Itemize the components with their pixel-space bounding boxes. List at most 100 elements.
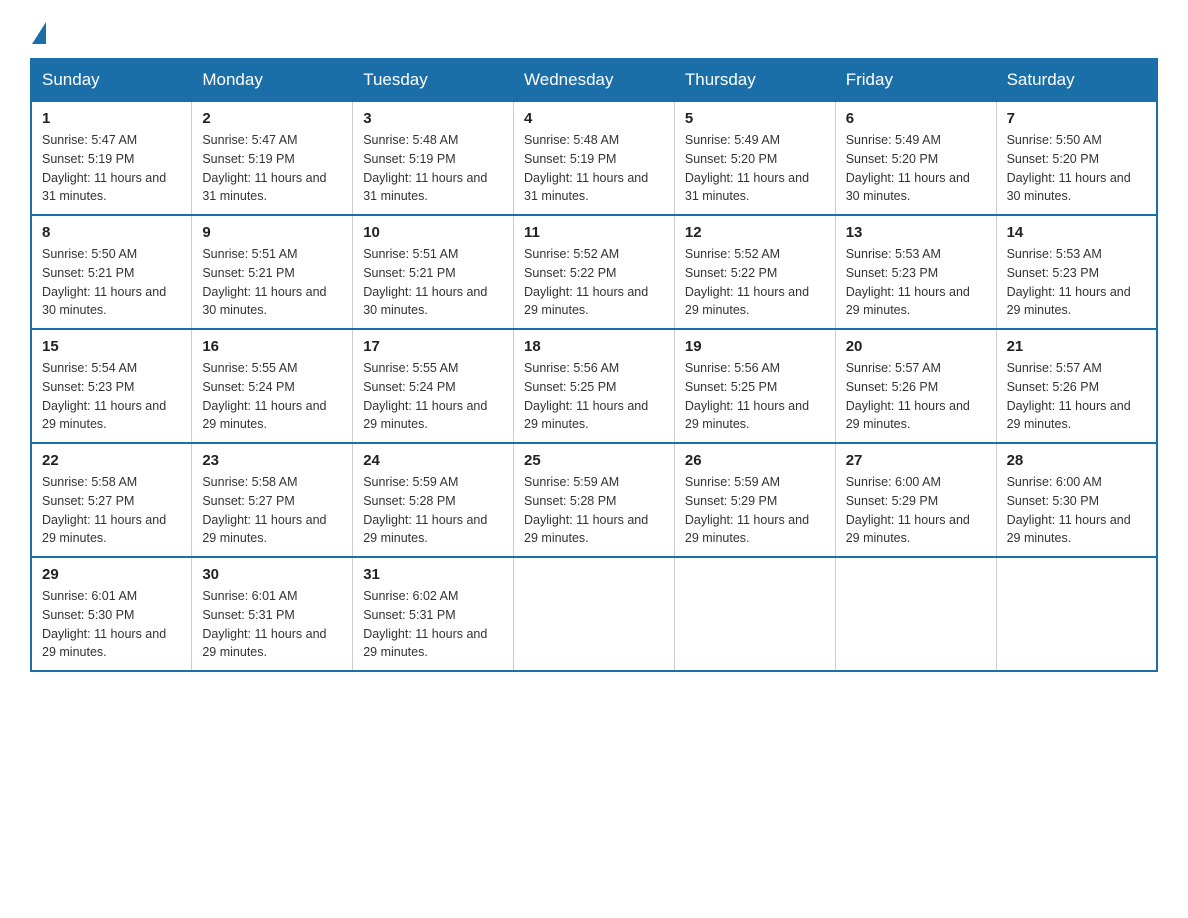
day-number: 29 [42,566,181,583]
calendar-cell: 8 Sunrise: 5:50 AM Sunset: 5:21 PM Dayli… [31,215,192,329]
logo-text [30,20,48,42]
calendar-cell: 31 Sunrise: 6:02 AM Sunset: 5:31 PM Dayl… [353,557,514,671]
week-row-4: 22 Sunrise: 5:58 AM Sunset: 5:27 PM Dayl… [31,443,1157,557]
day-number: 21 [1007,338,1146,355]
day-info: Sunrise: 5:52 AM Sunset: 5:22 PM Dayligh… [524,245,664,320]
calendar-cell [514,557,675,671]
week-row-5: 29 Sunrise: 6:01 AM Sunset: 5:30 PM Dayl… [31,557,1157,671]
day-number: 2 [202,110,342,127]
day-info: Sunrise: 5:56 AM Sunset: 5:25 PM Dayligh… [685,359,825,434]
calendar-cell [835,557,996,671]
calendar-cell: 28 Sunrise: 6:00 AM Sunset: 5:30 PM Dayl… [996,443,1157,557]
day-number: 7 [1007,110,1146,127]
day-number: 15 [42,338,181,355]
day-info: Sunrise: 6:01 AM Sunset: 5:31 PM Dayligh… [202,587,342,662]
logo [30,20,48,38]
day-number: 17 [363,338,503,355]
day-info: Sunrise: 5:57 AM Sunset: 5:26 PM Dayligh… [846,359,986,434]
header-thursday: Thursday [674,59,835,101]
day-number: 19 [685,338,825,355]
day-info: Sunrise: 5:54 AM Sunset: 5:23 PM Dayligh… [42,359,181,434]
day-info: Sunrise: 5:47 AM Sunset: 5:19 PM Dayligh… [202,131,342,206]
calendar-cell: 1 Sunrise: 5:47 AM Sunset: 5:19 PM Dayli… [31,101,192,215]
day-info: Sunrise: 5:59 AM Sunset: 5:28 PM Dayligh… [524,473,664,548]
day-number: 5 [685,110,825,127]
header-saturday: Saturday [996,59,1157,101]
day-info: Sunrise: 5:58 AM Sunset: 5:27 PM Dayligh… [202,473,342,548]
day-info: Sunrise: 5:53 AM Sunset: 5:23 PM Dayligh… [846,245,986,320]
day-info: Sunrise: 5:50 AM Sunset: 5:20 PM Dayligh… [1007,131,1146,206]
day-info: Sunrise: 5:47 AM Sunset: 5:19 PM Dayligh… [42,131,181,206]
calendar-cell: 12 Sunrise: 5:52 AM Sunset: 5:22 PM Dayl… [674,215,835,329]
day-info: Sunrise: 5:49 AM Sunset: 5:20 PM Dayligh… [846,131,986,206]
day-info: Sunrise: 5:57 AM Sunset: 5:26 PM Dayligh… [1007,359,1146,434]
calendar-cell: 21 Sunrise: 5:57 AM Sunset: 5:26 PM Dayl… [996,329,1157,443]
calendar-cell: 30 Sunrise: 6:01 AM Sunset: 5:31 PM Dayl… [192,557,353,671]
day-number: 23 [202,452,342,469]
day-info: Sunrise: 5:53 AM Sunset: 5:23 PM Dayligh… [1007,245,1146,320]
day-number: 11 [524,224,664,241]
day-number: 1 [42,110,181,127]
header-friday: Friday [835,59,996,101]
calendar-cell: 6 Sunrise: 5:49 AM Sunset: 5:20 PM Dayli… [835,101,996,215]
header-sunday: Sunday [31,59,192,101]
calendar-cell: 15 Sunrise: 5:54 AM Sunset: 5:23 PM Dayl… [31,329,192,443]
day-number: 28 [1007,452,1146,469]
day-number: 26 [685,452,825,469]
calendar-cell: 13 Sunrise: 5:53 AM Sunset: 5:23 PM Dayl… [835,215,996,329]
logo-triangle-icon [32,22,46,44]
day-number: 13 [846,224,986,241]
day-number: 9 [202,224,342,241]
calendar-cell: 9 Sunrise: 5:51 AM Sunset: 5:21 PM Dayli… [192,215,353,329]
day-number: 18 [524,338,664,355]
header-wednesday: Wednesday [514,59,675,101]
week-row-3: 15 Sunrise: 5:54 AM Sunset: 5:23 PM Dayl… [31,329,1157,443]
calendar-cell: 23 Sunrise: 5:58 AM Sunset: 5:27 PM Dayl… [192,443,353,557]
day-number: 6 [846,110,986,127]
day-info: Sunrise: 5:49 AM Sunset: 5:20 PM Dayligh… [685,131,825,206]
calendar-cell: 2 Sunrise: 5:47 AM Sunset: 5:19 PM Dayli… [192,101,353,215]
day-info: Sunrise: 6:02 AM Sunset: 5:31 PM Dayligh… [363,587,503,662]
calendar-cell: 25 Sunrise: 5:59 AM Sunset: 5:28 PM Dayl… [514,443,675,557]
day-number: 22 [42,452,181,469]
calendar-cell: 11 Sunrise: 5:52 AM Sunset: 5:22 PM Dayl… [514,215,675,329]
calendar-cell: 14 Sunrise: 5:53 AM Sunset: 5:23 PM Dayl… [996,215,1157,329]
calendar-cell [996,557,1157,671]
day-info: Sunrise: 6:00 AM Sunset: 5:30 PM Dayligh… [1007,473,1146,548]
day-info: Sunrise: 5:51 AM Sunset: 5:21 PM Dayligh… [202,245,342,320]
day-info: Sunrise: 5:58 AM Sunset: 5:27 PM Dayligh… [42,473,181,548]
day-number: 4 [524,110,664,127]
calendar-cell: 19 Sunrise: 5:56 AM Sunset: 5:25 PM Dayl… [674,329,835,443]
calendar-table: SundayMondayTuesdayWednesdayThursdayFrid… [30,58,1158,672]
day-number: 20 [846,338,986,355]
day-number: 12 [685,224,825,241]
calendar-cell [674,557,835,671]
day-number: 16 [202,338,342,355]
calendar-cell: 27 Sunrise: 6:00 AM Sunset: 5:29 PM Dayl… [835,443,996,557]
calendar-cell: 17 Sunrise: 5:55 AM Sunset: 5:24 PM Dayl… [353,329,514,443]
calendar-cell: 29 Sunrise: 6:01 AM Sunset: 5:30 PM Dayl… [31,557,192,671]
day-info: Sunrise: 5:59 AM Sunset: 5:29 PM Dayligh… [685,473,825,548]
day-info: Sunrise: 5:55 AM Sunset: 5:24 PM Dayligh… [202,359,342,434]
day-number: 25 [524,452,664,469]
day-number: 8 [42,224,181,241]
calendar-cell: 7 Sunrise: 5:50 AM Sunset: 5:20 PM Dayli… [996,101,1157,215]
header-tuesday: Tuesday [353,59,514,101]
day-info: Sunrise: 5:51 AM Sunset: 5:21 PM Dayligh… [363,245,503,320]
calendar-cell: 4 Sunrise: 5:48 AM Sunset: 5:19 PM Dayli… [514,101,675,215]
day-info: Sunrise: 6:00 AM Sunset: 5:29 PM Dayligh… [846,473,986,548]
week-row-1: 1 Sunrise: 5:47 AM Sunset: 5:19 PM Dayli… [31,101,1157,215]
day-number: 31 [363,566,503,583]
calendar-cell: 18 Sunrise: 5:56 AM Sunset: 5:25 PM Dayl… [514,329,675,443]
week-row-2: 8 Sunrise: 5:50 AM Sunset: 5:21 PM Dayli… [31,215,1157,329]
day-number: 27 [846,452,986,469]
calendar-cell: 5 Sunrise: 5:49 AM Sunset: 5:20 PM Dayli… [674,101,835,215]
day-number: 24 [363,452,503,469]
calendar-cell: 26 Sunrise: 5:59 AM Sunset: 5:29 PM Dayl… [674,443,835,557]
day-info: Sunrise: 5:50 AM Sunset: 5:21 PM Dayligh… [42,245,181,320]
day-info: Sunrise: 5:59 AM Sunset: 5:28 PM Dayligh… [363,473,503,548]
calendar-cell: 16 Sunrise: 5:55 AM Sunset: 5:24 PM Dayl… [192,329,353,443]
day-info: Sunrise: 5:48 AM Sunset: 5:19 PM Dayligh… [363,131,503,206]
day-info: Sunrise: 5:56 AM Sunset: 5:25 PM Dayligh… [524,359,664,434]
day-number: 3 [363,110,503,127]
